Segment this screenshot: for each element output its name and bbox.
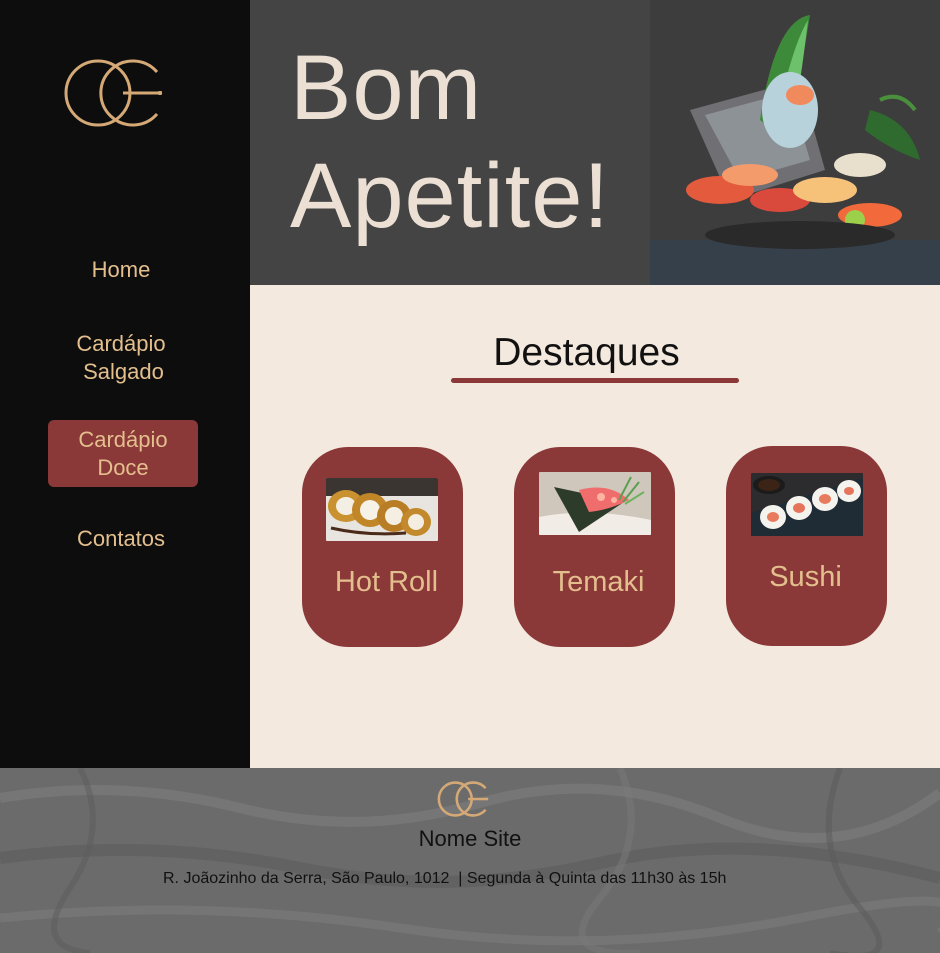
hot-roll-image [326,478,438,541]
section-title: Destaques [493,331,680,374]
nav-label-line1: Cardápio [78,426,168,452]
card-label: Sushi [769,561,842,593]
main-content: Destaques Hot Roll Temaki Sushi [250,285,940,768]
hero-title-line1: Bom [290,37,483,139]
nav-label-line1: Cardápio [76,331,166,356]
sushi-image [751,473,863,536]
highlight-card-hot-roll[interactable]: Hot Roll [302,447,463,647]
card-label: Hot Roll [334,566,439,598]
hero-title: Bom Apetite! [290,34,610,250]
card-label: Temaki [552,566,645,598]
nav-contatos-label: Contatos [76,526,166,551]
nav-cardapio-doce[interactable]: Cardápio Doce [48,420,198,487]
nav-label-line2: Salgado [83,359,164,384]
nav-home-label: Home [91,257,151,282]
footer-logo-icon [437,781,489,817]
hero-title-line2: Apetite! [290,145,610,247]
nav-cardapio-salgado[interactable]: Cardápio Salgado [0,330,242,386]
highlight-card-sushi[interactable]: Sushi [726,446,887,646]
sidebar: Home Cardápio Salgado Cardápio Doce Cont… [0,0,250,768]
title-underline [451,378,739,383]
footer-site-name: Nome Site [418,826,522,851]
hero-banner: Bom Apetite! [250,0,940,285]
nav-label-line2: Doce [97,454,149,480]
temaki-image [539,472,651,535]
footer: Nome Site R. Joãozinho da Serra, São Pau… [0,768,940,953]
highlight-card-temaki[interactable]: Temaki [514,447,675,647]
nav-contatos[interactable]: Contatos [0,525,242,553]
sashimi-platter-image [650,0,940,285]
footer-address: R. Joãozinho da Serra, São Paulo, 1012 |… [163,870,727,887]
nav-home[interactable]: Home [0,256,242,284]
cc-monogram-logo[interactable] [64,56,164,130]
